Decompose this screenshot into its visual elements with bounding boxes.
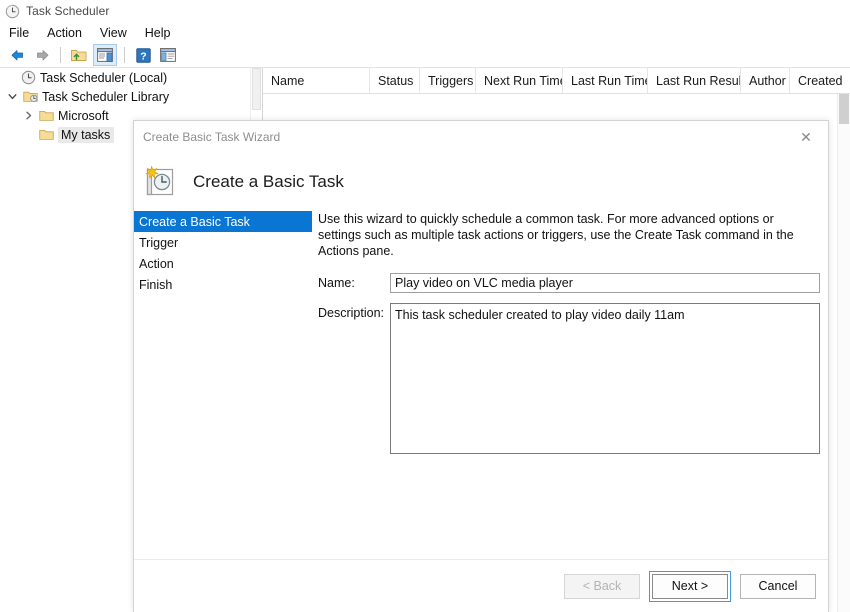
dialog-title: Create Basic Task Wizard [143, 130, 281, 144]
task-clock-icon [145, 165, 174, 196]
column-header-status[interactable]: Status [370, 68, 420, 93]
toolbar-separator-2 [124, 47, 125, 63]
back-arrow-icon [11, 49, 23, 60]
tree-item-label: Microsoft [58, 108, 109, 123]
tree-chevron-none [22, 128, 35, 141]
dialog-footer: < Back Next > Cancel [134, 559, 828, 612]
menu-bar: File Action View Help [0, 22, 850, 43]
tree-item-task-scheduler-local[interactable]: Task Scheduler (Local) [0, 68, 262, 87]
back-button[interactable] [6, 45, 28, 65]
wizard-content-pane: Use this wizard to quickly schedule a co… [312, 211, 828, 559]
next-button[interactable]: Next > [652, 573, 728, 599]
action-pane-icon [160, 48, 176, 62]
menu-view[interactable]: View [100, 24, 137, 42]
cancel-button[interactable]: Cancel [740, 573, 816, 599]
task-list-scrollbar[interactable] [837, 94, 850, 612]
menu-file[interactable]: File [9, 24, 39, 42]
wizard-step-finish[interactable]: Finish [134, 274, 312, 295]
wizard-steps-list: Create a Basic Task Trigger Action Finis… [134, 211, 312, 559]
tree-item-label: Task Scheduler (Local) [40, 70, 168, 85]
clock-icon [21, 70, 36, 85]
column-header-last-run-time[interactable]: Last Run Time [563, 68, 648, 93]
clock-icon [5, 4, 20, 18]
description-field-label: Description: [318, 306, 384, 320]
create-basic-task-wizard-dialog: Create Basic Task Wizard ✕ Create a Basi… [133, 120, 829, 612]
wizard-intro-text: Use this wizard to quickly schedule a co… [318, 212, 794, 258]
name-field-row: Name: [318, 273, 820, 293]
task-list-header: Name Status Triggers Next Run Time Last … [263, 68, 850, 94]
forward-arrow-icon [36, 49, 48, 60]
window-title-bar: Task Scheduler [0, 0, 850, 22]
forward-button[interactable] [31, 45, 53, 65]
column-header-next-run-time[interactable]: Next Run Time [476, 68, 563, 93]
column-header-created[interactable]: Created [790, 68, 850, 93]
show-properties-button[interactable] [93, 44, 117, 66]
task-description-input[interactable]: This task scheduler created to play vide… [390, 303, 820, 454]
tree-item-task-scheduler-library[interactable]: Task Scheduler Library [0, 87, 262, 106]
menu-help[interactable]: Help [145, 24, 181, 42]
task-name-input[interactable] [390, 273, 820, 293]
show-action-pane-button[interactable] [157, 45, 179, 65]
toolbar: ? [0, 43, 850, 68]
name-field-label: Name: [318, 276, 355, 290]
toolbar-separator [60, 47, 61, 63]
wizard-step-trigger[interactable]: Trigger [134, 232, 312, 253]
column-header-triggers[interactable]: Triggers [420, 68, 476, 93]
tree-item-label: My tasks [58, 126, 115, 143]
library-folder-icon [23, 91, 38, 102]
wizard-step-create-a-basic-task[interactable]: Create a Basic Task [134, 211, 312, 232]
wizard-step-action[interactable]: Action [134, 253, 312, 274]
column-header-name[interactable]: Name [263, 68, 370, 93]
menu-action[interactable]: Action [47, 24, 92, 42]
tree-scrollbar-thumb[interactable] [252, 68, 261, 110]
folder-icon [39, 129, 54, 140]
dialog-title-bar: Create Basic Task Wizard ✕ [134, 121, 828, 153]
task-list-scrollbar-thumb[interactable] [839, 94, 849, 124]
chevron-down-icon[interactable] [6, 90, 19, 103]
properties-pane-icon [97, 48, 113, 62]
folder-up-icon [71, 50, 87, 61]
column-header-author[interactable]: Author [741, 68, 790, 93]
back-button[interactable]: < Back [564, 573, 640, 599]
column-header-last-run-result[interactable]: Last Run Result [648, 68, 741, 93]
close-icon[interactable]: ✕ [784, 122, 828, 152]
up-folder-button[interactable] [68, 45, 90, 65]
folder-icon [39, 110, 54, 121]
tree-item-label: Task Scheduler Library [42, 89, 170, 104]
chevron-right-icon[interactable] [22, 109, 35, 122]
dialog-body: Create a Basic Task Trigger Action Finis… [134, 211, 828, 559]
help-button[interactable]: ? [132, 45, 154, 65]
dialog-header: Create a Basic Task [134, 153, 828, 211]
description-field-row: Description: This task scheduler created… [318, 303, 820, 454]
dialog-header-title: Create a Basic Task [193, 172, 344, 191]
tree-chevron-none [4, 71, 17, 84]
help-question-icon: ? [135, 47, 151, 63]
svg-text:?: ? [140, 50, 146, 62]
window-title: Task Scheduler [26, 4, 110, 18]
